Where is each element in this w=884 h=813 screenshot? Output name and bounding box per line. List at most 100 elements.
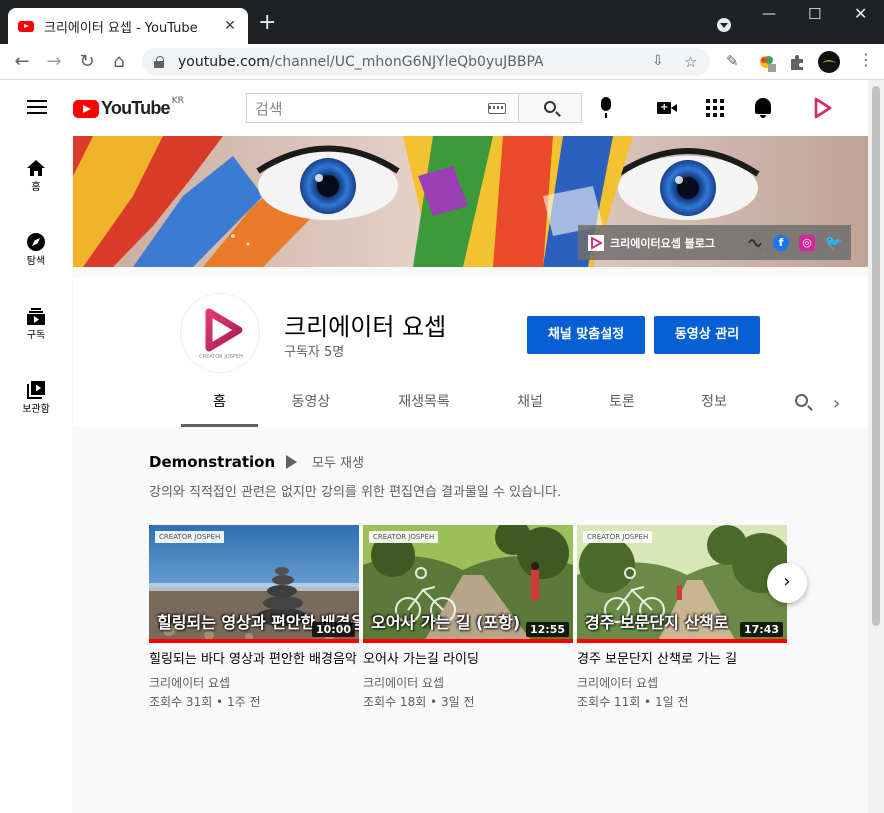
sidebar-item-library[interactable]: 보관함 [0, 358, 72, 428]
voice-search-mic-icon[interactable] [601, 97, 611, 118]
svg-text:CREATOR JOSPEH: CREATOR JOSPEH [199, 354, 243, 360]
subscriber-count: 구독자 5명 [284, 345, 345, 360]
lock-icon [154, 56, 164, 68]
video-duration: 12:55 [525, 622, 569, 637]
guide-menu-icon[interactable] [27, 100, 47, 114]
watch-progress-bar [149, 639, 359, 643]
notifications-bell-icon[interactable] [755, 98, 771, 118]
facebook-icon[interactable]: f [773, 234, 789, 251]
account-avatar[interactable] [808, 94, 836, 122]
close-tab-icon[interactable]: ✕ [222, 18, 238, 34]
create-video-icon[interactable]: + [657, 102, 677, 114]
tab-videos[interactable]: 동영상 [271, 377, 351, 427]
video-thumbnail[interactable]: CREATOR JOSPEH 경주 보문단지 산책로 17:43 [577, 525, 787, 643]
tab-title: 크리에이터 요셉 - YouTube [44, 20, 198, 36]
channel-search-icon[interactable] [795, 394, 808, 407]
forward-icon[interactable]: → [42, 50, 66, 74]
tab-home[interactable]: 홈 [181, 377, 258, 427]
play-icon [286, 454, 297, 469]
close-window-icon[interactable]: ✕ [854, 4, 867, 23]
url-text: youtube.com/channel/UC_mhonG6NJYleQb0yuJ… [178, 54, 544, 70]
sidebar-item-explore[interactable]: 탐색 [0, 210, 72, 280]
blog-link[interactable]: 크리에이터요셉 블로그 [610, 235, 747, 251]
video-channel[interactable]: 크리에이터 요셉 [149, 674, 359, 691]
extensions-puzzle-icon[interactable] [789, 54, 805, 70]
channel-header: CREATOR JOSPEH 크리에이터 요셉 구독자 5명 채널 맞춤설정 동… [73, 277, 868, 427]
home-browser-icon[interactable]: ⌂ [107, 50, 131, 74]
tab-playlists[interactable]: 재생목록 [379, 377, 469, 427]
search-icon [544, 101, 556, 113]
channel-avatar[interactable]: CREATOR JOSPEH [180, 293, 260, 373]
browser-toolbar: ← → ↻ ⌂ youtube.com/channel/UC_mhonG6NJY… [0, 44, 884, 80]
reload-icon[interactable]: ↻ [75, 50, 99, 74]
sidebar-item-subscriptions[interactable]: 구독 [0, 284, 72, 354]
address-bar[interactable]: youtube.com/channel/UC_mhonG6NJYleQb0yuJ… [142, 48, 710, 76]
new-tab-icon[interactable]: + [258, 12, 276, 34]
library-icon [27, 381, 45, 399]
video-thumbnail[interactable]: CREATOR JOSPEH 힐링되는 영상과 편안한 배경음악 10:00 [149, 525, 359, 643]
video-card[interactable]: CREATOR JOSPEH 오어사 가는 길 (포항) 12:55 오어사 가… [363, 525, 573, 710]
sidebar-item-label: 구독 [26, 330, 46, 341]
sidebar-item-label: 탐색 [26, 256, 46, 267]
video-title[interactable]: 오어사 가는길 라이딩 [363, 651, 573, 668]
instagram-icon[interactable]: ◎ [799, 234, 815, 251]
thumbnail-overlay-text: 오어사 가는 길 (포항) [371, 613, 521, 632]
watch-progress-bar [363, 639, 573, 643]
twitter-icon[interactable]: 🐦 [825, 235, 842, 251]
channel-tabs: 홈 동영상 재생목록 채널 토론 정보 › [73, 377, 868, 427]
video-meta: 조회수 11회 • 1일 전 [577, 695, 689, 709]
apps-grid-icon[interactable] [706, 99, 724, 117]
sidebar-item-label: 보관함 [22, 404, 50, 415]
video-channel[interactable]: 크리에이터 요셉 [363, 674, 573, 691]
browser-menu-icon[interactable]: ⋮ [858, 50, 874, 69]
media-control-icon[interactable] [717, 18, 731, 32]
customize-channel-button[interactable]: 채널 맞춤설정 [527, 316, 645, 354]
video-title[interactable]: 경주 보문단지 산책로 가는 길 [577, 651, 787, 668]
profile-avatar[interactable] [818, 51, 840, 73]
thumbnail-brand-label: CREATOR JOSPEH [155, 531, 225, 543]
video-thumbnail[interactable]: CREATOR JOSPEH 오어사 가는 길 (포항) 12:55 [363, 525, 573, 643]
search-button[interactable] [518, 93, 582, 123]
youtube-logo[interactable]: YouTube KR [73, 96, 184, 119]
video-meta: 조회수 31회 • 1주 전 [149, 695, 261, 709]
eyedropper-extension-icon[interactable]: ✎ [726, 52, 739, 70]
thumbnail-overlay-text: 경주 보문단지 산책로 [585, 613, 729, 632]
play-all-button[interactable]: 모두 재생 [286, 452, 364, 471]
scrollbar-thumb[interactable] [872, 86, 880, 626]
bookmark-star-icon[interactable]: ☆ [684, 53, 697, 71]
back-icon[interactable]: ← [10, 50, 34, 74]
maximize-icon[interactable]: ☐ [808, 5, 821, 23]
browser-tab[interactable]: 크리에이터 요셉 - YouTube ✕ [8, 8, 248, 44]
tabs-next-chevron-icon[interactable]: › [833, 393, 840, 414]
shelf-description: 강의와 직적접인 관련은 없지만 강의를 위한 편집연습 결과물일 수 있습니다… [149, 485, 562, 500]
search-placeholder: 검색 [255, 99, 283, 118]
minimize-icon[interactable]: — [762, 6, 776, 22]
logo-wordmark: YouTube [101, 98, 171, 118]
shelf-next-arrow-icon[interactable]: › [767, 563, 807, 603]
tab-about[interactable]: 정보 [677, 377, 751, 427]
banner-links-bar: 크리에이터요셉 블로그 f ◎ 🐦 [578, 225, 851, 260]
subscriptions-icon [27, 308, 45, 325]
youtube-favicon-icon [18, 20, 34, 32]
video-title[interactable]: 힐링되는 바다 영상과 편안한 배경음악 [149, 651, 359, 668]
install-icon[interactable]: ⇩ [652, 53, 664, 69]
tab-discussion[interactable]: 토론 [585, 377, 659, 427]
color-picker-extension-icon[interactable] [758, 54, 778, 74]
sidebar-item-label: 홈 [31, 182, 41, 193]
tab-channels[interactable]: 채널 [493, 377, 567, 427]
video-meta: 조회수 18회 • 3일 전 [363, 695, 475, 709]
search-input[interactable]: 검색 [246, 93, 518, 123]
channel-content: Demonstration 모두 재생 강의와 직적접인 관련은 없지만 강의를… [73, 427, 868, 813]
youtube-play-icon [73, 99, 99, 118]
blog-symbol-icon[interactable] [747, 235, 765, 251]
keyboard-icon[interactable] [488, 102, 506, 114]
video-channel[interactable]: 크리에이터 요셉 [577, 674, 787, 691]
video-card[interactable]: CREATOR JOSPEH 경주 보문단지 산책로 17:43 경주 보문단지… [577, 525, 787, 710]
compass-icon [27, 233, 45, 251]
page-scrollbar[interactable] [868, 80, 884, 813]
sidebar-item-home[interactable]: 홈 [0, 136, 72, 206]
manage-videos-button[interactable]: 동영상 관리 [654, 316, 760, 354]
shelf-title[interactable]: Demonstration [149, 453, 275, 471]
video-card[interactable]: CREATOR JOSPEH 힐링되는 영상과 편안한 배경음악 10:00 힐… [149, 525, 359, 710]
video-duration: 17:43 [739, 622, 783, 637]
